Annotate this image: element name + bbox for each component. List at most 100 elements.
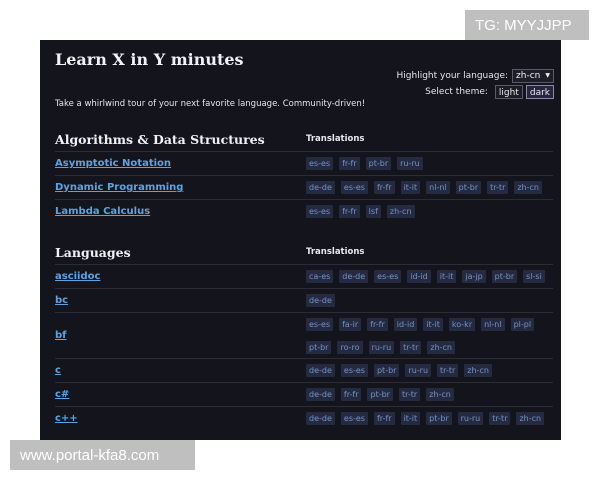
translation-link[interactable]: es-es: [340, 364, 368, 377]
section-title[interactable]: Algorithms & Data Structures: [55, 132, 306, 147]
topic-link[interactable]: c#: [55, 388, 306, 402]
topic-link[interactable]: Dynamic Programming: [55, 181, 306, 195]
translation-link[interactable]: es-es: [374, 270, 402, 283]
watermark-top-text: TG: MYYJJPP: [475, 16, 572, 34]
translation-link[interactable]: pl-pl: [510, 318, 535, 331]
translation-link[interactable]: pt-br: [455, 181, 482, 194]
translation-link[interactable]: es-es: [306, 205, 334, 218]
translation-link[interactable]: ko-kr: [448, 318, 476, 331]
translation-link[interactable]: pt-br: [491, 270, 518, 283]
translation-link[interactable]: ru-ru: [368, 341, 395, 354]
topic-link[interactable]: bf: [55, 329, 306, 343]
translation-link[interactable]: de-de: [306, 412, 335, 425]
translation-link[interactable]: es-es: [306, 318, 334, 331]
translation-link[interactable]: it-it: [400, 412, 421, 425]
topic-link[interactable]: c++: [55, 412, 306, 426]
topic-link[interactable]: Asymptotic Notation: [55, 157, 306, 171]
preferences-panel: Highlight your language: zh-cn ▼ Select …: [397, 68, 554, 100]
table-row: asciidoc ca-es de-de es-es id-id it-it ja-jp pt…: [55, 264, 553, 288]
topic-link[interactable]: Lambda Calculus: [55, 205, 306, 219]
translation-link[interactable]: pt-br: [365, 157, 392, 170]
translation-link[interactable]: fr-fr: [340, 388, 362, 401]
translation-link[interactable]: nl-nl: [426, 181, 450, 194]
table-row: c# de-de fr-fr pt-br tr-tr zh-cn: [55, 382, 553, 406]
translation-link[interactable]: fr-fr: [367, 318, 388, 331]
translation-link[interactable]: pt-br: [367, 388, 393, 401]
table-row: Asymptotic Notation es-es fr-fr pt-br ru-ru: [55, 151, 553, 175]
dark-theme-button[interactable]: dark: [525, 84, 554, 99]
topic-link[interactable]: c: [55, 364, 306, 378]
translation-link[interactable]: nl-nl: [481, 318, 505, 331]
translation-link[interactable]: de-de: [339, 270, 369, 283]
translation-link[interactable]: ja-jp: [462, 270, 486, 283]
translation-link[interactable]: ru-ru: [457, 412, 484, 425]
translation-links: de-de es-es fr-fr it-it nl-nl pt-br tr-tr zh-cn: [306, 181, 553, 194]
translation-link[interactable]: ru-ru: [405, 364, 432, 377]
translation-links: es-es fr-fr pt-br ru-ru: [306, 157, 553, 170]
translation-link[interactable]: id-id: [407, 270, 431, 283]
translation-link[interactable]: fr-fr: [339, 157, 360, 170]
translation-link[interactable]: es-es: [340, 181, 368, 194]
translation-link[interactable]: ca-es: [306, 270, 334, 283]
highlight-language-row: Highlight your language: zh-cn ▼: [397, 68, 554, 83]
translation-link[interactable]: zh-cn: [386, 205, 415, 218]
table-row: bf es-es fa-ir fr-fr id-id it-it ko-kr nl-nl pl-…: [55, 312, 553, 358]
translation-link[interactable]: zh-cn: [427, 341, 455, 354]
translation-link[interactable]: ru-ru: [397, 157, 423, 170]
translation-link[interactable]: zh-cn: [426, 388, 454, 401]
site-title[interactable]: Learn X in Y minutes: [55, 50, 244, 69]
screenshot: TG: MYYJJPP Learn X in Y minutes Highlig…: [0, 0, 600, 480]
translation-link[interactable]: fr-fr: [373, 181, 395, 194]
translation-link[interactable]: sl-si: [523, 270, 545, 283]
translation-links: de-de fr-fr pt-br tr-tr zh-cn: [306, 388, 553, 401]
table-row: c de-de es-es pt-br ru-ru tr-tr zh-cn: [55, 358, 553, 382]
translation-link[interactable]: de-de: [306, 364, 335, 377]
translation-link[interactable]: fr-fr: [373, 412, 395, 425]
translation-link[interactable]: zh-cn: [516, 412, 545, 425]
translation-link[interactable]: fr-fr: [339, 205, 360, 218]
translation-link[interactable]: tr-tr: [398, 388, 421, 401]
translation-link[interactable]: es-es: [340, 412, 368, 425]
translation-link[interactable]: es-es: [306, 157, 334, 170]
theme-label: Select theme:: [425, 86, 488, 97]
translation-link[interactable]: tr-tr: [400, 341, 422, 354]
translation-link[interactable]: pt-br: [373, 364, 400, 377]
section-header: Algorithms & Data Structures Translations: [55, 129, 553, 149]
theme-row: Select theme: light dark: [397, 84, 554, 99]
light-theme-button[interactable]: light: [494, 84, 523, 99]
table-row: Lambda Calculus es-es fr-fr lsf zh-cn: [55, 199, 553, 223]
translation-links: de-de es-es pt-br ru-ru tr-tr zh-cn: [306, 364, 553, 377]
translation-link[interactable]: pt-br: [306, 341, 332, 354]
topic-link[interactable]: bc: [55, 294, 306, 308]
translation-link[interactable]: it-it: [436, 270, 457, 283]
highlight-language-value: zh-cn: [516, 70, 541, 81]
translation-link[interactable]: tr-tr: [487, 181, 509, 194]
translation-link[interactable]: zh-cn: [514, 181, 542, 194]
table-row: Dynamic Programming de-de es-es fr-fr it-it n…: [55, 175, 553, 199]
tagline: Take a whirlwind tour of your next favor…: [55, 99, 366, 109]
translation-link[interactable]: id-id: [393, 318, 418, 331]
topic-link[interactable]: asciidoc: [55, 270, 306, 284]
section-header: Languages Translations: [55, 242, 553, 262]
translations-column-header: Translations: [306, 134, 365, 144]
translation-link[interactable]: pt-br: [426, 412, 452, 425]
translation-link[interactable]: ro-ro: [337, 341, 363, 354]
translation-link[interactable]: it-it: [423, 318, 443, 331]
translation-link[interactable]: tr-tr: [437, 364, 459, 377]
translation-link[interactable]: tr-tr: [489, 412, 511, 425]
translation-link[interactable]: de-de: [306, 388, 335, 401]
translation-link[interactable]: zh-cn: [464, 364, 492, 377]
translations-column-header: Translations: [306, 247, 365, 257]
translation-link[interactable]: it-it: [400, 181, 421, 194]
chevron-down-icon: ▼: [545, 71, 550, 79]
translation-link[interactable]: fa-ir: [339, 318, 362, 331]
watermark-top: TG: MYYJJPP: [465, 10, 589, 40]
translation-link[interactable]: lsf: [365, 205, 381, 218]
translation-links: ca-es de-de es-es id-id it-it ja-jp pt-br sl-si: [306, 270, 553, 283]
translation-links: es-es fr-fr lsf zh-cn: [306, 205, 553, 218]
section-title[interactable]: Languages: [55, 245, 306, 260]
highlight-language-select[interactable]: zh-cn ▼: [512, 68, 554, 83]
translation-link[interactable]: de-de: [306, 294, 335, 307]
translation-link[interactable]: de-de: [306, 181, 335, 194]
watermark-bottom-text: www.portal-kfa8.com: [20, 446, 160, 464]
